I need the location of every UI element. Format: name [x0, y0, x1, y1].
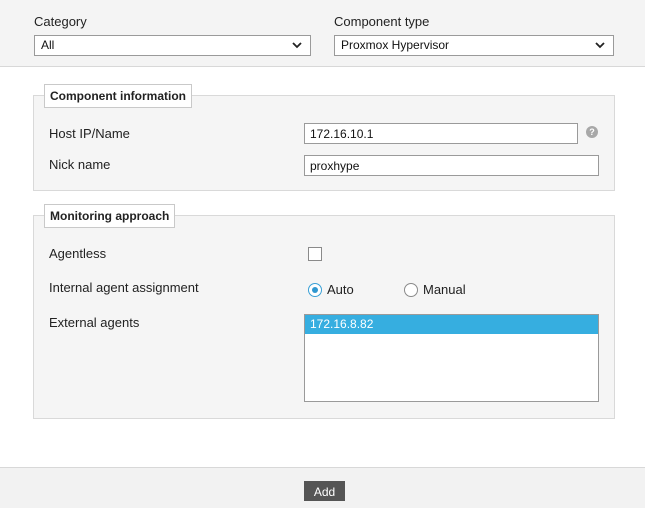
- category-label: Category: [34, 14, 87, 29]
- manual-radio-label[interactable]: Manual: [423, 282, 466, 297]
- component-info-legend: Component information: [44, 84, 192, 108]
- nick-name-input[interactable]: [304, 155, 599, 176]
- category-select[interactable]: All: [34, 35, 311, 56]
- external-agents-list[interactable]: 172.16.8.82: [304, 314, 599, 402]
- agentless-label: Agentless: [49, 246, 107, 261]
- component-type-select[interactable]: Proxmox Hypervisor: [334, 35, 614, 56]
- host-label: Host IP/Name: [49, 126, 130, 141]
- category-value: All: [41, 38, 55, 52]
- host-input[interactable]: [304, 123, 578, 144]
- auto-radio[interactable]: [308, 283, 322, 297]
- chevron-down-icon: [292, 42, 302, 49]
- help-icon[interactable]: ?: [586, 126, 598, 138]
- nick-name-label: Nick name: [49, 157, 111, 172]
- monitoring-legend: Monitoring approach: [44, 204, 176, 228]
- list-item[interactable]: 172.16.8.82: [305, 315, 598, 334]
- component-type-label: Component type: [334, 14, 430, 29]
- manual-radio[interactable]: [404, 283, 418, 297]
- component-type-value: Proxmox Hypervisor: [341, 38, 450, 52]
- chevron-down-icon: [595, 42, 605, 49]
- agentless-checkbox[interactable]: [308, 247, 322, 261]
- filter-bar: [0, 0, 645, 67]
- add-button[interactable]: Add: [304, 481, 345, 501]
- external-agents-label: External agents: [49, 315, 140, 330]
- agent-assignment-label: Internal agent assignment: [49, 280, 199, 295]
- auto-radio-label[interactable]: Auto: [327, 282, 354, 297]
